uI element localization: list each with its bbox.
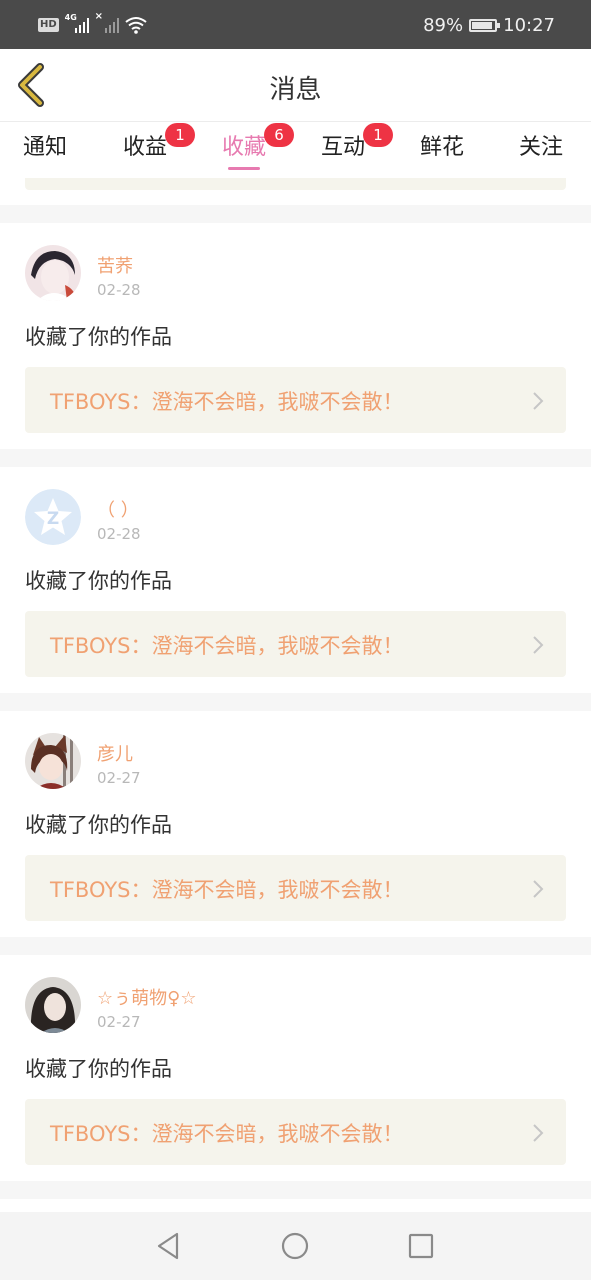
work-link[interactable]: TFBOYS：澄海不会暗，我啵不会散！ [25,855,566,921]
tab-bar: 通知 收益 1 收藏 6 互动 1 鲜花 关注 [0,121,591,178]
status-left: HD 4G × [38,11,147,36]
list-item [0,1199,591,1212]
tab-interactions[interactable]: 互动 1 [321,123,394,174]
page-title: 消息 [269,75,322,105]
unread-badge: 1 [363,123,394,147]
battery-icon [469,18,501,32]
status-right: 89% 10:27 [423,12,555,38]
work-title: TFBOYS：澄海不会暗，我啵不会散！ [50,878,404,902]
message-text: 收藏了你的作品 [25,813,172,837]
message-text: 收藏了你的作品 [25,569,172,593]
list-item: Z （ ） 02-28 收藏了你的作品 TFBOYS：澄海不会暗，我啵不会散！ [0,467,591,693]
chevron-right-icon [533,880,544,898]
message-date: 02-27 [97,769,141,787]
username[interactable]: ☆ぅ萌物♀☆ [97,984,196,1010]
work-link[interactable]: TFBOYS：澄海不会暗，我啵不会散！ [25,367,566,433]
work-link[interactable]: TFBOYS：澄海不会暗，我啵不会散！ [25,1099,566,1165]
list-item: 苦荞 02-28 收藏了你的作品 TFBOYS：澄海不会暗，我啵不会散！ [0,223,591,449]
avatar[interactable] [25,245,81,301]
tab-notifications[interactable]: 通知 [23,130,67,174]
chevron-right-icon [533,1124,544,1142]
username[interactable]: 苦荞 [97,252,133,278]
tab-following[interactable]: 关注 [519,130,563,174]
hd-icon: HD [38,18,59,32]
back-triangle-icon[interactable] [153,1230,185,1262]
avatar[interactable] [25,977,81,1033]
battery-percent: 89% [423,14,464,36]
work-link[interactable] [25,178,566,190]
svg-text:Z: Z [47,509,59,529]
title-bar: 消息 [0,49,591,121]
chevron-right-icon [533,392,544,410]
signal-4g-icon: 4G [65,13,89,35]
work-title: TFBOYS：澄海不会暗，我啵不会散！ [50,390,404,414]
tab-earnings[interactable]: 收益 1 [123,123,196,174]
message-date: 02-27 [97,1013,141,1031]
list-item [0,178,591,205]
list-item: 彦儿 02-27 收藏了你的作品 TFBOYS：澄海不会暗，我啵不会散！ [0,711,591,937]
active-tab-indicator [228,167,260,170]
clock: 10:27 [503,14,555,36]
message-date: 02-28 [97,281,141,299]
work-title: TFBOYS：澄海不会暗，我啵不会散！ [50,634,404,658]
tab-label: 互动 [321,135,366,160]
recents-square-icon[interactable] [405,1230,437,1262]
tab-label: 关注 [519,135,564,160]
message-date: 02-28 [97,525,141,543]
signal-no-sim-icon: × [95,11,119,35]
list-item: ☆ぅ萌物♀☆ 02-27 收藏了你的作品 TFBOYS：澄海不会暗，我啵不会散！ [0,955,591,1181]
unread-badge: 1 [165,123,196,147]
tab-label: 收益 [123,135,168,160]
username[interactable]: 彦儿 [97,740,133,766]
work-link[interactable]: TFBOYS：澄海不会暗，我啵不会散！ [25,611,566,677]
chevron-right-icon [533,636,544,654]
tab-flowers[interactable]: 鲜花 [420,130,464,174]
work-title: TFBOYS：澄海不会暗，我啵不会散！ [50,1122,404,1146]
system-nav-bar [0,1212,591,1280]
wifi-icon [125,17,147,34]
message-text: 收藏了你的作品 [25,325,172,349]
tab-favorites[interactable]: 收藏 6 [222,123,295,174]
tab-label: 通知 [23,135,68,160]
status-bar: HD 4G × 89% 10:27 [0,0,591,49]
message-text: 收藏了你的作品 [25,1057,172,1081]
message-list[interactable]: 苦荞 02-28 收藏了你的作品 TFBOYS：澄海不会暗，我啵不会散！ Z （… [0,178,591,1212]
avatar[interactable]: Z [25,489,81,545]
username[interactable]: （ ） [97,496,139,522]
avatar[interactable] [25,733,81,789]
tab-label: 鲜花 [420,135,465,160]
unread-badge: 6 [264,123,295,147]
tab-label: 收藏 [222,135,267,160]
home-circle-icon[interactable] [279,1230,311,1262]
